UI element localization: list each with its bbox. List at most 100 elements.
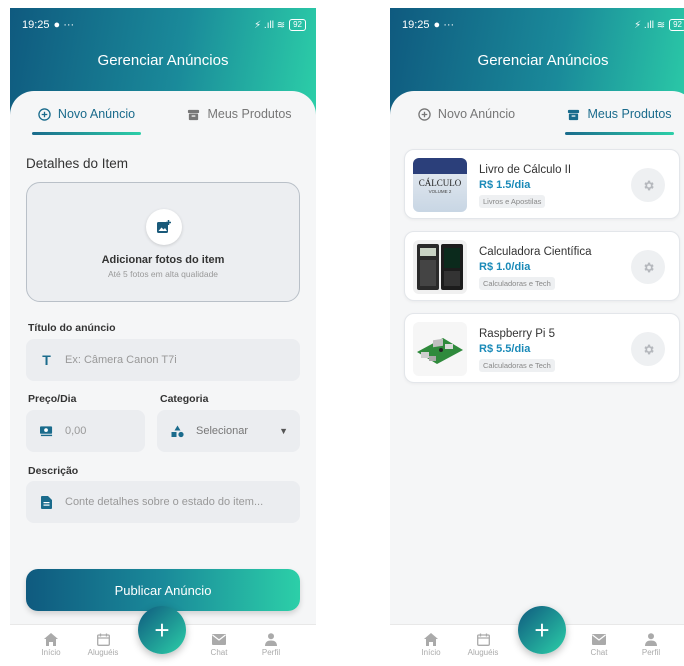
- plus-circle-icon: [38, 107, 51, 121]
- tab-new-ad-label: Novo Anúncio: [437, 107, 516, 121]
- tab-bar: Novo Anúncio Meus Produtos: [10, 91, 316, 137]
- product-price: R$ 1.5/dia: [479, 179, 531, 191]
- category-value: Selecionar: [196, 425, 248, 437]
- user-icon: [246, 631, 296, 647]
- signal-icon: ⚡ .ıll ≋: [254, 19, 286, 31]
- product-category-badge: Calculadoras e Tech: [479, 359, 555, 372]
- tab-new-ad[interactable]: Novo Anúncio: [390, 91, 543, 137]
- settings-button[interactable]: [631, 332, 665, 366]
- nav-chat[interactable]: Chat: [574, 631, 624, 657]
- mail-icon: [194, 631, 244, 647]
- nav-home[interactable]: Início: [406, 631, 456, 657]
- status-time: 19:25: [22, 19, 50, 31]
- home-icon: [26, 631, 76, 647]
- nav-rentals-label: Aluguéis: [87, 648, 119, 657]
- gear-icon: [643, 180, 654, 190]
- nav-profile[interactable]: Perfil: [246, 631, 296, 657]
- add-photo-icon: [146, 209, 182, 245]
- status-bar: 19:25 ● ··· ⚡ .ıll ≋ 92: [402, 16, 684, 34]
- product-card[interactable]: CÁLCULO VOLUME 2 Livro de Cálculo II R$ …: [404, 149, 680, 219]
- add-photos-hint: Até 5 fotos em alta qualidade: [107, 269, 219, 279]
- title-input[interactable]: T Ex: Câmera Canon T7i: [26, 339, 300, 381]
- tab-my-products[interactable]: Meus Produtos: [163, 91, 316, 137]
- tab-my-products[interactable]: Meus Produtos: [543, 91, 684, 137]
- money-icon: [40, 425, 53, 438]
- battery-icon: 92: [669, 19, 684, 31]
- battery-icon: 92: [289, 19, 306, 31]
- product-thumbnail-raspberry: [413, 322, 467, 376]
- content-sheet: Novo Anúncio Meus Produtos CÁLCULO VOLUM…: [390, 91, 684, 666]
- notification-icon: ● ···: [53, 19, 75, 31]
- price-label: Preço/Dia: [28, 393, 77, 405]
- archive-icon: [568, 109, 580, 120]
- tab-my-products-label: Meus Produtos: [207, 107, 292, 121]
- status-bar: 19:25 ● ··· ⚡ .ıll ≋ 92: [22, 16, 306, 34]
- category-label: Categoria: [160, 393, 209, 405]
- description-input[interactable]: Conte detalhes sobre o estado do item...: [26, 481, 300, 523]
- nav-profile-label: Perfil: [641, 648, 661, 657]
- add-photos-area[interactable]: Adicionar fotos do item Até 5 fotos em a…: [26, 182, 300, 302]
- mail-icon: [574, 631, 624, 647]
- product-price: R$ 1.0/dia: [479, 261, 531, 273]
- screen-my-products: 19:25 ● ··· ⚡ .ıll ≋ 92 Gerenciar Anúnci…: [390, 8, 684, 666]
- home-icon: [406, 631, 456, 647]
- price-input[interactable]: 0,00: [26, 410, 145, 452]
- tab-bar: Novo Anúncio Meus Produtos: [390, 91, 684, 137]
- product-name: Calculadora Científica: [479, 246, 592, 258]
- category-select[interactable]: Selecionar ▼: [157, 410, 300, 452]
- add-fab-button[interactable]: +: [518, 606, 566, 654]
- shapes-icon: [171, 425, 184, 438]
- description-label: Descrição: [28, 465, 79, 477]
- book-cover-title: CÁLCULO: [418, 178, 462, 188]
- notification-icon: ● ···: [433, 19, 455, 31]
- title-placeholder: Ex: Câmera Canon T7i: [65, 354, 177, 366]
- nav-chat-label: Chat: [590, 648, 608, 657]
- page-title: Gerenciar Anúncios: [97, 52, 229, 69]
- price-placeholder: 0,00: [65, 425, 87, 437]
- nav-home-label: Início: [421, 648, 441, 657]
- product-price: R$ 5.5/dia: [479, 343, 531, 355]
- document-icon: [40, 495, 53, 509]
- product-card[interactable]: Raspberry Pi 5 R$ 5.5/dia Calculadoras e…: [404, 313, 680, 383]
- publish-button[interactable]: Publicar Anúncio: [26, 569, 300, 611]
- nav-rentals-label: Aluguéis: [467, 648, 499, 657]
- text-icon: T: [42, 352, 51, 368]
- page-title: Gerenciar Anúncios: [477, 52, 609, 69]
- user-icon: [626, 631, 676, 647]
- title-label: Título do anúncio: [28, 322, 116, 334]
- product-name: Livro de Cálculo II: [479, 164, 572, 176]
- nav-chat[interactable]: Chat: [194, 631, 244, 657]
- nav-home[interactable]: Início: [26, 631, 76, 657]
- nav-rentals[interactable]: Aluguéis: [78, 631, 128, 657]
- content-sheet: Novo Anúncio Meus Produtos Detalhes do I…: [10, 91, 316, 666]
- add-photos-label: Adicionar fotos do item: [101, 254, 225, 266]
- plus-circle-icon: [418, 107, 431, 121]
- nav-chat-label: Chat: [210, 648, 228, 657]
- settings-button[interactable]: [631, 250, 665, 284]
- tab-new-ad-label: Novo Anúncio: [57, 107, 136, 121]
- nav-profile-label: Perfil: [261, 648, 281, 657]
- book-cover-subtitle: VOLUME 2: [428, 189, 452, 194]
- product-category-badge: Calculadoras e Tech: [479, 277, 555, 290]
- section-title: Detalhes do Item: [26, 156, 129, 171]
- description-placeholder: Conte detalhes sobre o estado do item...: [65, 496, 264, 508]
- archive-icon: [188, 109, 200, 120]
- status-time: 19:25: [402, 19, 430, 31]
- product-name: Raspberry Pi 5: [479, 328, 556, 340]
- calendar-icon: [458, 631, 508, 647]
- chevron-down-icon: ▼: [279, 426, 288, 436]
- nav-profile[interactable]: Perfil: [626, 631, 676, 657]
- add-fab-button[interactable]: +: [138, 606, 186, 654]
- tab-my-products-label: Meus Produtos: [587, 107, 672, 121]
- product-thumbnail-book: CÁLCULO VOLUME 2: [413, 158, 467, 212]
- gear-icon: [643, 262, 654, 272]
- nav-home-label: Início: [41, 648, 61, 657]
- product-card[interactable]: Calculadora Científica R$ 1.0/dia Calcul…: [404, 231, 680, 301]
- signal-icon: ⚡ .ıll ≋: [634, 19, 666, 31]
- nav-rentals[interactable]: Aluguéis: [458, 631, 508, 657]
- product-thumbnail-calculator: [413, 240, 467, 294]
- product-category-badge: Livros e Apostilas: [479, 195, 546, 208]
- gear-icon: [643, 344, 654, 354]
- settings-button[interactable]: [631, 168, 665, 202]
- tab-new-ad[interactable]: Novo Anúncio: [10, 91, 163, 137]
